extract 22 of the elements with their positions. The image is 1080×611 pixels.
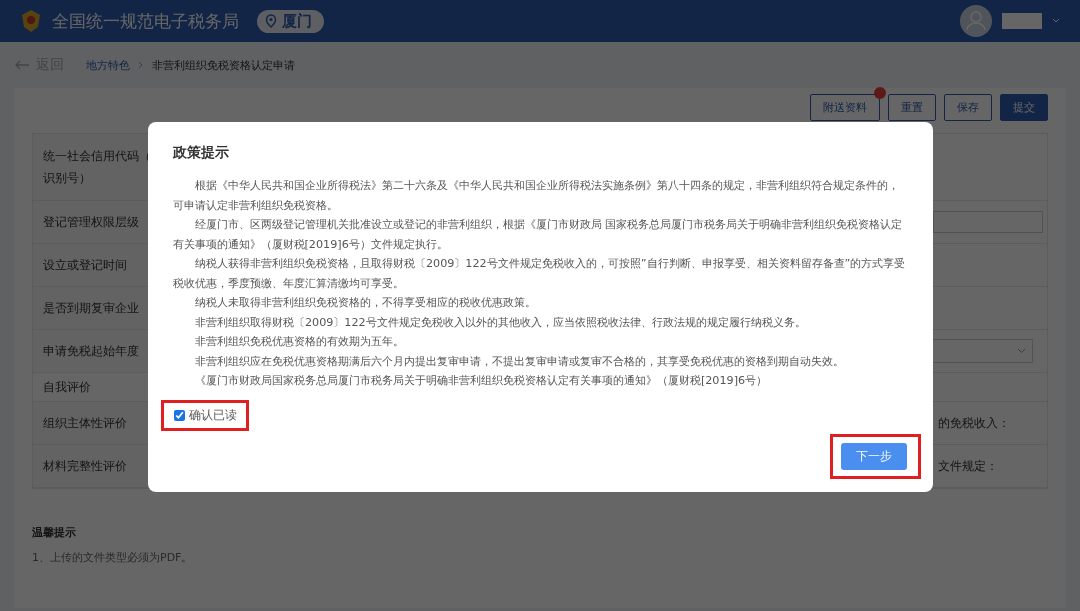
site-title: 全国统一规范电子税务局 [52, 9, 239, 33]
chevron-down-icon [1017, 348, 1026, 354]
chevron-down-icon[interactable] [1052, 18, 1060, 24]
location-pill[interactable]: 厦门 [257, 9, 324, 33]
action-button[interactable]: 保存 [944, 94, 992, 121]
input-field[interactable] [933, 211, 1043, 233]
emblem-icon [20, 9, 42, 33]
field-label: 的免税收入： [938, 415, 1011, 431]
arrow-left-icon [14, 60, 30, 70]
breadcrumb-link[interactable]: 地方特色 [86, 57, 130, 73]
chevron-right-icon [138, 61, 144, 69]
action-button[interactable]: 重置 [888, 94, 936, 121]
breadcrumb-current: 非营利组织免税资格认定申请 [152, 57, 295, 73]
action-button[interactable]: 提交 [1000, 94, 1048, 121]
avatar-icon[interactable] [960, 5, 992, 37]
confirm-checkbox[interactable] [173, 410, 185, 421]
tips-title: 温馨提示 [32, 525, 77, 540]
field-label: 文件规定： [938, 458, 999, 474]
username-block [1002, 13, 1042, 29]
next-button[interactable]: 下一步 [840, 443, 907, 470]
location-pin-icon [265, 14, 277, 28]
action-button[interactable]: 附送资料 [810, 94, 880, 121]
